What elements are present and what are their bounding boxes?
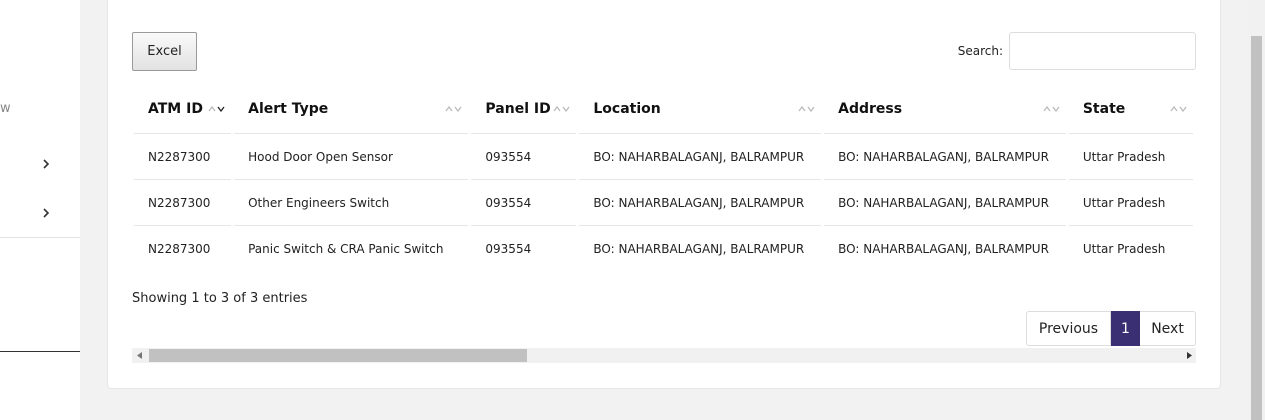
sidebar: w (0, 0, 80, 420)
column-header-address[interactable]: Address (824, 85, 1066, 134)
search-label: Search: (957, 44, 1003, 58)
table-row[interactable]: N2287300 Other Engineers Switch 093554 B… (134, 180, 1193, 226)
sort-icon (1043, 106, 1060, 112)
table-info-text: Showing 1 to 3 of 3 entries (132, 291, 308, 306)
cell-alert-type: Panic Switch & CRA Panic Switch (248, 242, 444, 256)
column-header-panel-id[interactable]: Panel ID (471, 85, 577, 134)
scroll-right-arrow-icon[interactable] (1181, 348, 1196, 363)
sort-icon (208, 106, 225, 112)
table-search: Search: (958, 32, 1196, 70)
cell-atm-id: N2287300 (134, 134, 232, 180)
cell-state: Uttar Pradesh (1068, 134, 1193, 180)
cell-address: BO: NAHARBALAGANJ, BALRAMPUR (838, 242, 1049, 256)
cell-location: BO: NAHARBALAGANJ, BALRAMPUR (579, 180, 822, 226)
cell-alert-type: Other Engineers Switch (234, 180, 469, 226)
cell-address: BO: NAHARBALAGANJ, BALRAMPUR (824, 134, 1066, 180)
excel-export-button[interactable]: Excel (132, 32, 197, 71)
cell-atm-id: N2287300 (148, 242, 211, 256)
table-header-row: ATM ID Alert Type Panel ID Location Addr… (134, 85, 1193, 134)
cell-location: BO: NAHARBALAGANJ, BALRAMPUR (593, 242, 805, 256)
page-1-button[interactable]: 1 (1111, 311, 1140, 346)
table-horizontal-scrollbar[interactable] (132, 348, 1196, 363)
sort-icon (553, 106, 570, 112)
table-row[interactable]: N2287300 Hood Door Open Sensor 093554 BO… (134, 134, 1193, 180)
cell-address: BO: NAHARBALAGANJ, BALRAMPUR (824, 180, 1066, 226)
sidebar-divider (0, 351, 80, 352)
alerts-table: ATM ID Alert Type Panel ID Location Addr… (132, 85, 1196, 271)
column-header-alert-type[interactable]: Alert Type (234, 85, 469, 134)
pagination: Previous 1 Next (1026, 311, 1196, 346)
table-row[interactable]: N2287300 Panic Switch & CRA Panic Switch… (134, 226, 1193, 271)
next-page-button[interactable]: Next (1140, 311, 1196, 346)
alerts-table-card: Excel Search: ATM ID Alert Type Panel ID… (107, 0, 1221, 389)
cell-panel-id: 093554 (471, 180, 577, 226)
sidebar-text-fragment: w (0, 101, 11, 116)
chevron-right-icon[interactable] (39, 206, 53, 220)
scrollbar-thumb[interactable] (1251, 36, 1262, 420)
table-viewport: ATM ID Alert Type Panel ID Location Addr… (132, 85, 1196, 271)
sort-icon (798, 106, 815, 112)
sort-icon (1170, 106, 1187, 112)
sidebar-divider (0, 237, 80, 238)
column-header-atm-id[interactable]: ATM ID (134, 85, 232, 134)
cell-panel-id: 093554 (485, 242, 532, 256)
cell-state: Uttar Pradesh (1068, 180, 1193, 226)
cell-alert-type: Hood Door Open Sensor (234, 134, 469, 180)
column-header-state[interactable]: State (1068, 85, 1193, 134)
page-vertical-scrollbar[interactable] (1248, 0, 1265, 420)
scrollbar-thumb[interactable] (149, 349, 527, 362)
cell-atm-id: N2287300 (134, 180, 232, 226)
search-input[interactable] (1009, 32, 1196, 70)
cell-location: BO: NAHARBALAGANJ, BALRAMPUR (579, 134, 822, 180)
cell-state: Uttar Pradesh (1082, 242, 1166, 256)
scroll-left-arrow-icon[interactable] (132, 348, 147, 363)
column-header-location[interactable]: Location (579, 85, 822, 134)
previous-page-button[interactable]: Previous (1026, 311, 1111, 346)
cell-panel-id: 093554 (471, 134, 577, 180)
sort-icon (445, 106, 462, 112)
chevron-right-icon[interactable] (39, 157, 53, 171)
